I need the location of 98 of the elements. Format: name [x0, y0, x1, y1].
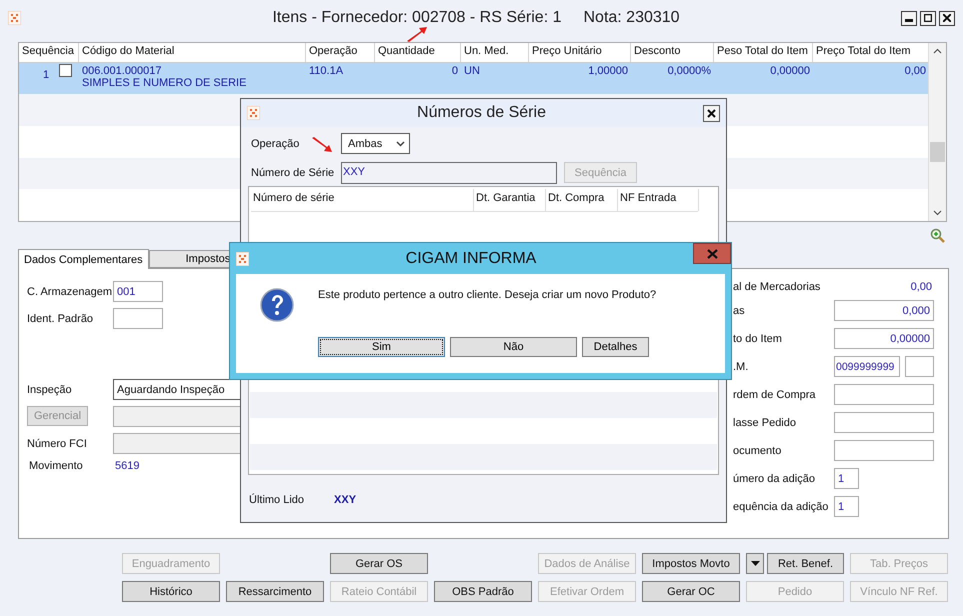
field-label: rdem de Compra [733, 388, 816, 400]
dropdown-button[interactable] [746, 553, 764, 574]
field-label: to do Item [733, 332, 782, 344]
field-label: lasse Pedido [733, 416, 796, 428]
column-header[interactable]: Quantidade [375, 43, 461, 62]
caret-icon [750, 561, 760, 566]
column-header[interactable]: Peso Total do Item [714, 43, 813, 62]
column-header[interactable]: Número de série [251, 189, 474, 211]
dialog-button[interactable]: Detalhes [582, 337, 649, 357]
column-header[interactable]: Dt. Compra [546, 189, 618, 211]
table-cell: 006.001.000017 [82, 64, 162, 77]
column-header[interactable]: Código do Material [79, 43, 306, 62]
tab[interactable]: Dados Complementares [18, 249, 149, 269]
field-label: Último Lido [249, 494, 304, 506]
field-label: as [733, 304, 745, 316]
field-label: al de Mercadorias [733, 281, 820, 293]
table-cell: 1 [43, 68, 50, 81]
action-button[interactable]: Impostos Movto [642, 553, 740, 574]
input-field[interactable] [834, 440, 934, 461]
dialog-title: Números de Série [416, 104, 547, 122]
close-button[interactable] [939, 10, 955, 26]
zoom-icon[interactable] [930, 228, 945, 242]
window-title: Itens - Fornecedor: 002708 - RS Série: 1 [272, 9, 562, 27]
table-row[interactable]: 1 006.001.000017 SIMPLES E NUMERO DE SERIE 110.1A 0 UN 1,00000 0,0000% 0,00000 0,00 [19, 62, 928, 94]
maximize-button[interactable] [920, 10, 936, 26]
scroll-thumb[interactable] [930, 142, 945, 162]
column-header[interactable]: Un. Med. [461, 43, 529, 62]
input-field[interactable]: 0,000 [834, 300, 934, 321]
column-header[interactable]: NF Entrada [618, 189, 699, 211]
dialog-title: CIGAM INFORMA [404, 250, 538, 268]
close-icon [707, 108, 716, 118]
close-icon [706, 248, 718, 258]
column-header[interactable]: Preço Unitário [529, 43, 631, 62]
row-checkbox[interactable] [59, 64, 72, 77]
column-header[interactable]: Sequência [19, 43, 79, 62]
arrow-icon [406, 26, 428, 42]
input-field[interactable] [113, 406, 243, 427]
field-label: .M. [733, 360, 748, 372]
field-value: 5619 [114, 460, 140, 472]
field-value: XXY [334, 494, 356, 506]
field-label: Ident. Padrão [27, 312, 94, 324]
column-header[interactable]: Desconto [631, 43, 714, 62]
table-cell: SIMPLES E NUMERO DE SERIE [82, 76, 246, 89]
action-button[interactable]: Ressarcimento [226, 581, 324, 602]
input-field[interactable] [113, 433, 243, 454]
action-button[interactable]: Gerar OC [642, 581, 740, 602]
field-label: equência da adição [733, 500, 828, 512]
input-field[interactable]: 001 [113, 281, 163, 302]
app-logo-icon [8, 11, 21, 25]
input-field[interactable] [905, 356, 934, 377]
input-field[interactable]: 1 [834, 496, 859, 517]
field-value: 0,00 [910, 281, 933, 293]
select-field[interactable]: Ambas [341, 133, 410, 154]
table-cell: 0 [452, 64, 458, 77]
close-button[interactable] [703, 104, 720, 122]
table-cell: UN [464, 64, 480, 77]
field-label: úmero da adição [733, 472, 815, 484]
dialog-button[interactable]: Sim [318, 337, 445, 357]
field-label: ocumento [733, 444, 782, 456]
close-icon [943, 14, 951, 22]
scroll-up-icon[interactable] [933, 47, 942, 56]
select-field[interactable]: Aguardando Inspeção [113, 379, 243, 400]
minimize-button[interactable] [901, 10, 917, 26]
field-label: Operação [251, 138, 300, 150]
arrow-icon [311, 137, 333, 153]
table-cell: 110.1A [309, 64, 344, 77]
message-text: Este produto pertence a outro cliente. Deseja criar um novo Produto? [318, 289, 656, 301]
action-button[interactable]: Ret. Benef. [767, 553, 844, 574]
window-subtitle: Nota: 230310 [583, 9, 680, 27]
action-button[interactable]: OBS Padrão [434, 581, 532, 602]
input-field[interactable] [113, 308, 163, 329]
column-header[interactable]: Dt. Garantia [474, 189, 546, 211]
scroll-down-icon[interactable] [933, 208, 942, 217]
input-field[interactable]: XXY [341, 162, 557, 184]
table-cell: 0,00000 [770, 64, 810, 77]
input-field[interactable] [834, 384, 934, 405]
field-label: C. Armazenagem [27, 286, 112, 298]
column-header[interactable]: Operação [306, 43, 375, 62]
input-field[interactable]: 0,00000 [834, 328, 934, 349]
field-label: Inspeção [27, 384, 72, 396]
input-field[interactable]: 0099999999 [834, 356, 900, 377]
input-field[interactable]: 1 [834, 468, 859, 489]
chevron-down-icon [396, 140, 405, 146]
table-cell: 0,0000% [668, 64, 711, 77]
app-logo-icon [247, 106, 260, 120]
action-button[interactable]: Gerar OS [330, 553, 428, 574]
field-label: Número de Série [251, 167, 334, 179]
action-button[interactable]: Histórico [122, 581, 220, 602]
field-label: Número FCI [27, 438, 87, 450]
maximize-icon [924, 14, 932, 22]
question-icon [260, 288, 294, 322]
app-logo-icon [236, 252, 249, 266]
table-cell: 0,00 [904, 64, 926, 77]
table-cell: 1,00000 [588, 64, 628, 77]
field-label: Movimento [28, 460, 83, 472]
scrollbar[interactable] [928, 43, 946, 221]
input-field[interactable] [834, 412, 934, 433]
dialog-button[interactable]: Não [450, 337, 577, 357]
